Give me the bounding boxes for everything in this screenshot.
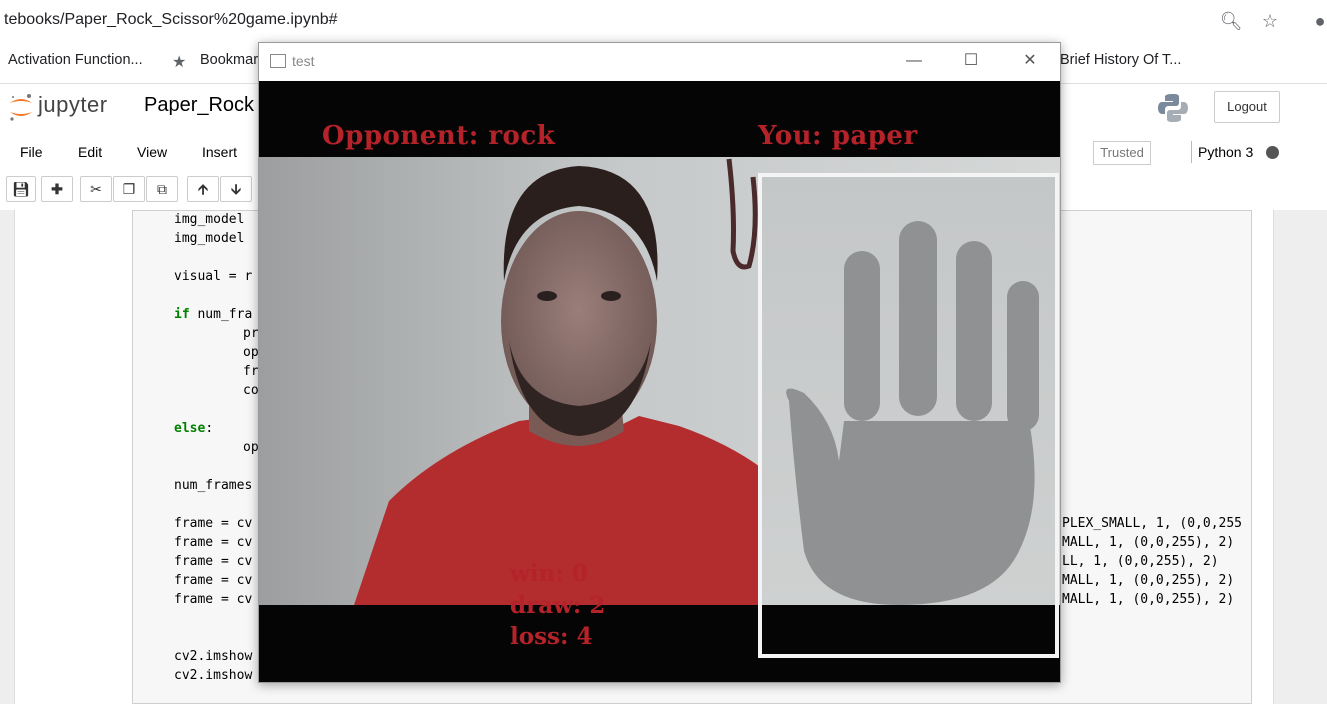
move-up-button[interactable]: 🡩 bbox=[187, 176, 219, 202]
code-line: co bbox=[243, 383, 259, 398]
bookmarks-star-icon[interactable]: ★ bbox=[172, 52, 186, 72]
menu-view[interactable]: View bbox=[137, 144, 167, 160]
jupyter-logo-icon bbox=[10, 94, 32, 121]
kernel-name: Python 3 bbox=[1198, 144, 1254, 160]
right-eye bbox=[601, 291, 621, 301]
code-line: MALL, 1, (0,0,255), 2) bbox=[1062, 592, 1235, 607]
code-line: op bbox=[243, 440, 259, 455]
notebook-title[interactable]: Paper_Rock bbox=[144, 94, 254, 117]
code-line: cv2.imshow bbox=[174, 649, 253, 664]
code-text: num_fra bbox=[189, 307, 253, 322]
opponent-label: Opponent: rock bbox=[322, 121, 556, 151]
code-line: frame = cv bbox=[174, 535, 253, 550]
code-line: frame = cv bbox=[174, 554, 253, 569]
code-line: num_frames bbox=[174, 478, 253, 493]
add-cell-button[interactable]: ✚ bbox=[41, 176, 73, 202]
code-line: visual = r bbox=[174, 269, 253, 284]
maximize-icon[interactable]: ☐ bbox=[961, 52, 981, 70]
camera-image bbox=[259, 157, 1060, 658]
kernel-divider bbox=[1191, 141, 1192, 163]
zoom-icon[interactable]: 🔍︎ bbox=[1219, 9, 1243, 33]
code-line: img_model bbox=[174, 231, 245, 246]
code-line: op bbox=[243, 345, 259, 360]
keyword-else: else bbox=[174, 421, 206, 436]
code-line: if num_fra bbox=[174, 307, 252, 322]
left-eye bbox=[537, 291, 557, 301]
code-line: img_model bbox=[174, 212, 245, 227]
menu-edit[interactable]: Edit bbox=[78, 144, 102, 160]
python-logo-icon bbox=[1158, 94, 1188, 122]
menu-file[interactable]: File bbox=[20, 144, 43, 160]
code-line: frame = cv bbox=[174, 516, 253, 531]
cut-button[interactable]: ✂ bbox=[80, 176, 112, 202]
code-text: : bbox=[205, 421, 214, 436]
bookmark-star-icon[interactable]: ☆ bbox=[1258, 9, 1282, 33]
code-line: LL, 1, (0,0,255), 2) bbox=[1062, 554, 1219, 569]
copy-button[interactable]: ❐ bbox=[113, 176, 145, 202]
hand-region-black bbox=[759, 605, 1057, 656]
close-icon[interactable]: ✕ bbox=[1020, 52, 1040, 70]
profile-icon[interactable]: ● bbox=[1308, 9, 1327, 33]
keyword-if: if bbox=[174, 307, 190, 322]
win-count: win: 0 bbox=[510, 560, 588, 587]
code-line: cv2.imshow bbox=[174, 668, 253, 683]
code-line: else: bbox=[174, 421, 213, 436]
window-app-icon bbox=[270, 54, 286, 68]
loss-count: loss: 4 bbox=[510, 623, 593, 650]
code-line: MALL, 1, (0,0,255), 2) bbox=[1062, 573, 1235, 588]
menu-insert[interactable]: Insert bbox=[202, 144, 237, 160]
code-line: MALL, 1, (0,0,255), 2) bbox=[1062, 535, 1235, 550]
camera-frame bbox=[259, 81, 1060, 682]
minimize-icon[interactable]: — bbox=[904, 52, 924, 70]
code-line: pr bbox=[243, 326, 259, 341]
code-line: frame = cv bbox=[174, 592, 253, 607]
bookmark-bookmarks[interactable]: Bookmar bbox=[200, 52, 258, 68]
paste-button[interactable]: ⧉ bbox=[146, 176, 178, 202]
bookmark-activation-function[interactable]: Activation Function... bbox=[8, 52, 143, 68]
bookmark-brief-history[interactable]: Brief History Of T... bbox=[1060, 52, 1181, 68]
jupyter-wordmark: jupyter bbox=[38, 92, 108, 117]
logout-button[interactable]: Logout bbox=[1214, 91, 1280, 123]
draw-count: draw: 2 bbox=[510, 592, 606, 619]
save-button[interactable]: 💾︎ bbox=[6, 176, 36, 202]
trusted-badge[interactable]: Trusted bbox=[1093, 141, 1151, 165]
move-down-button[interactable]: 🡫 bbox=[220, 176, 252, 202]
browser-address-bar[interactable]: tebooks/Paper_Rock_Scissor%20game.ipynb#… bbox=[0, 0, 1327, 42]
window-title: test bbox=[292, 53, 315, 69]
url-text[interactable]: tebooks/Paper_Rock_Scissor%20game.ipynb# bbox=[4, 11, 338, 29]
code-line: fr bbox=[243, 364, 259, 379]
kernel-status-indicator bbox=[1266, 146, 1279, 159]
you-label: You: paper bbox=[758, 121, 918, 151]
code-line: frame = cv bbox=[174, 573, 253, 588]
code-line: PLEX_SMALL, 1, (0,0,255 bbox=[1062, 516, 1243, 531]
